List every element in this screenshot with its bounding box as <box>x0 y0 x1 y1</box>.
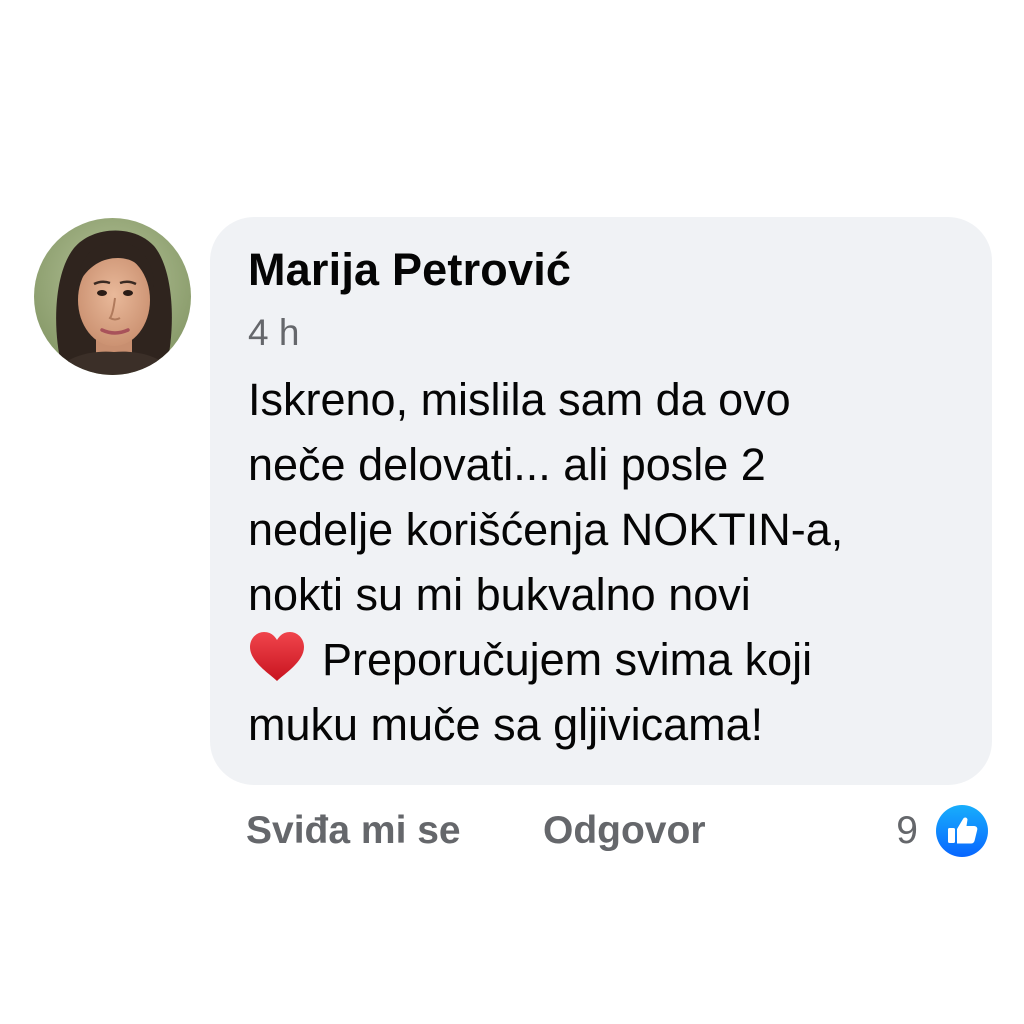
comment-timestamp[interactable]: 4 h <box>248 311 958 355</box>
red-heart-icon <box>250 632 304 681</box>
avatar-image <box>34 218 191 375</box>
comment-bubble: Marija Petrović 4 h Iskreno, mislila sam… <box>210 217 992 785</box>
comment-text-line: Preporučujem svima koji <box>248 627 958 692</box>
comment-text-line: muku muče sa gljivicama! <box>248 699 764 750</box>
comment-text: Iskreno, mislila sam da ovo neče delovat… <box>248 367 958 757</box>
reaction-count[interactable]: 9 <box>896 806 918 856</box>
reply-button[interactable]: Odgovor <box>543 806 706 856</box>
comment-text-line: Iskreno, mislila sam da ovo <box>248 374 791 425</box>
comment-text-segment: Preporučujem svima koji <box>322 634 813 685</box>
comment-text-line: nedelje korišćenja NOKTIN-a, <box>248 504 844 555</box>
comment-screen: Marija Petrović 4 h Iskreno, mislila sam… <box>0 0 1024 1024</box>
avatar[interactable] <box>34 218 191 375</box>
like-button[interactable]: Sviđa mi se <box>246 806 461 856</box>
comment-actions: Sviđa mi se Odgovor 9 <box>246 805 988 857</box>
thumbs-up-icon[interactable] <box>936 805 988 857</box>
comment-author[interactable]: Marija Petrović <box>248 243 958 297</box>
comment-text-line: neče delovati... ali posle 2 <box>248 439 766 490</box>
comment-text-line: nokti su mi bukvalno novi <box>248 569 751 620</box>
